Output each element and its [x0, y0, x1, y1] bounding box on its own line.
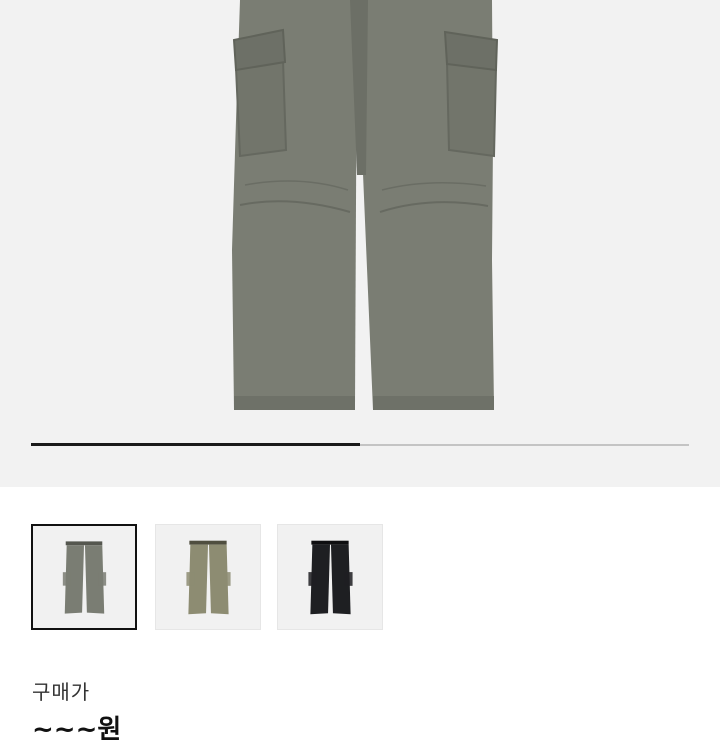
thumbnail-gray-image [62, 541, 107, 614]
product-image-viewer[interactable] [0, 0, 720, 487]
thumbnail-black-image [308, 540, 353, 615]
thumbnail-gray[interactable] [31, 524, 137, 630]
gallery-progress-bar [31, 443, 689, 446]
product-main-image [232, 0, 499, 410]
price-label: 구매가 [32, 680, 91, 704]
gallery-progress-fill [31, 443, 360, 446]
thumbnail-khaki-image [186, 540, 231, 615]
thumbnail-khaki[interactable] [155, 524, 261, 630]
price-value: ~~~원 [32, 715, 122, 745]
thumbnail-black[interactable] [277, 524, 383, 630]
